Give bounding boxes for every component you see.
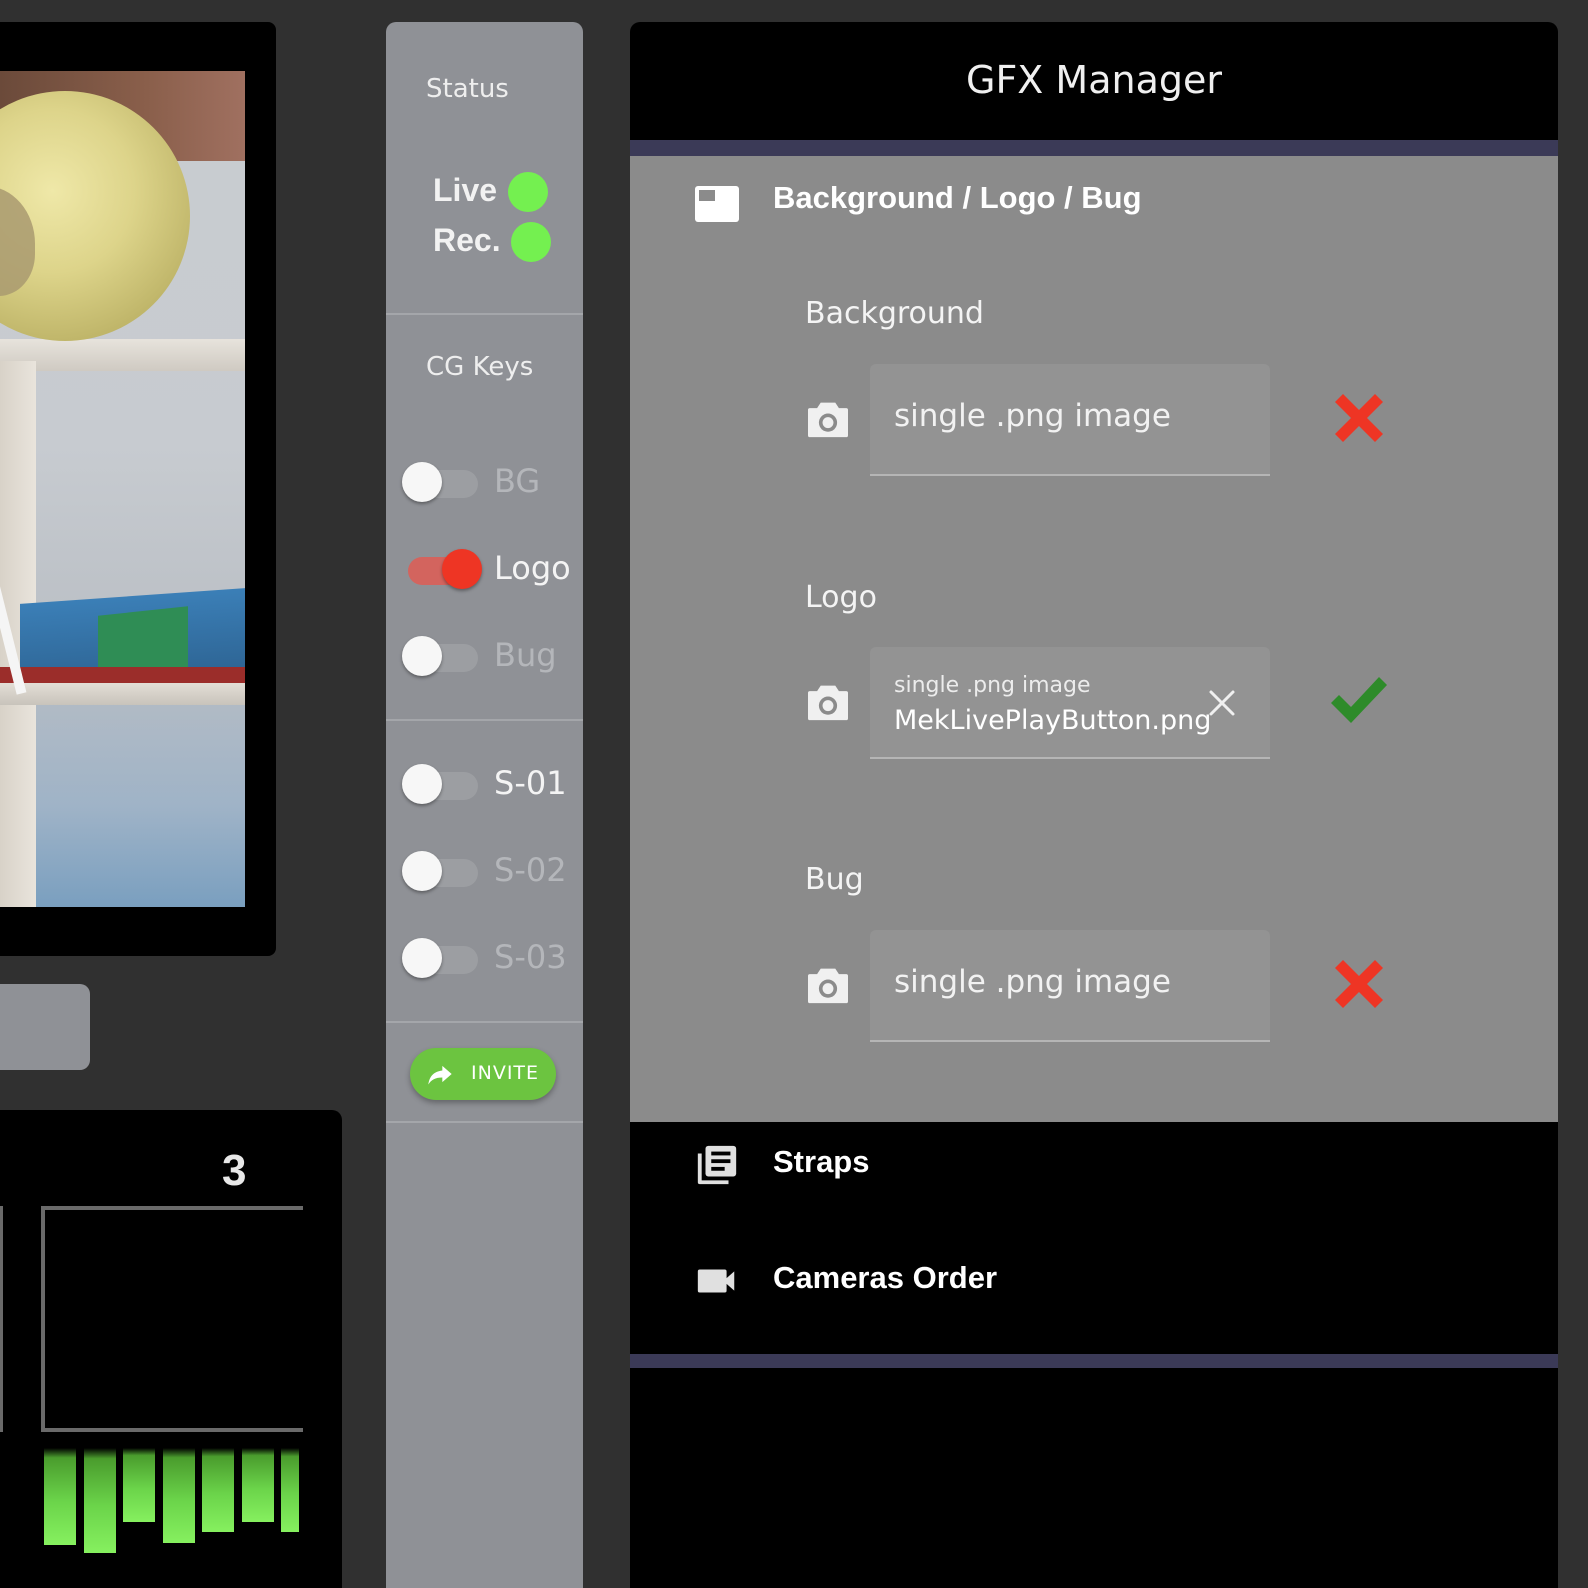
clear-icon[interactable] [1206,687,1238,719]
field-label-bug: Bug [805,862,864,897]
audio-meter-bar [241,1448,274,1522]
toggle-label-bug: Bug [494,636,557,674]
accent-stripe [630,1354,1558,1368]
audio-meter-bar [162,1448,195,1543]
toggle-s-02[interactable]: S-02 [402,849,583,899]
field-label-background: Background [805,296,984,331]
share-arrow-icon [428,1065,452,1085]
rec-status-led [511,222,551,262]
menu-item-cameras-order[interactable]: Cameras Order [630,1252,1558,1312]
bug-file-input[interactable]: single .png image [870,930,1270,1042]
missing-x-icon [1335,960,1383,1008]
file-input-placeholder: single .png image [894,964,1171,1000]
file-input-placeholder: single .png image [894,398,1171,434]
file-input-floating-label: single .png image [894,673,1091,698]
check-icon [1331,677,1387,723]
toggle-s-03[interactable]: S-03 [402,936,583,986]
audio-meter-bar [83,1448,116,1553]
camera-icon[interactable] [806,965,850,1005]
divider [386,719,583,721]
toggle-s-01[interactable]: S-01 [402,762,583,812]
toggle-knob[interactable] [442,549,482,589]
divider [386,313,583,315]
file-input-value: MekLivePlayButton.png [894,705,1212,736]
camera-icon[interactable] [806,399,850,439]
menu-item-straps[interactable]: Straps [630,1136,1558,1196]
camera-feed-image [0,71,245,907]
toggle-knob[interactable] [402,764,442,804]
status-column: Status Live Rec. CG Keys BG Logo Bug S-0… [386,22,583,1588]
accent-stripe [630,140,1558,156]
toggle-label-s-03: S-03 [494,938,567,976]
toggle-knob[interactable] [402,636,442,676]
audio-meter-bar [44,1448,76,1545]
menu-label-straps: Straps [773,1144,870,1179]
cg-keys-heading: CG Keys [426,352,534,382]
gfx-manager-panel: GFX Manager Background / Logo / Bug Back… [630,22,1558,1588]
divider [386,1121,583,1123]
toggle-logo[interactable]: Logo [402,547,583,597]
camera-tile-frame[interactable] [41,1206,303,1432]
live-indicator-label: Live [433,172,498,208]
rec-indicator-label: Rec. [433,222,501,258]
missing-x-icon [1335,394,1383,442]
toggle-label-bg: BG [494,462,541,500]
toggle-bug[interactable]: Bug [402,634,583,684]
audio-meter-bar [123,1448,155,1522]
toggle-knob[interactable] [402,851,442,891]
toggle-knob[interactable] [402,462,442,502]
section-title[interactable]: Background / Logo / Bug [773,180,1142,216]
invite-button[interactable]: INVITE [410,1048,556,1100]
window-icon [695,186,739,222]
live-status-led [508,172,548,212]
app-root: 3 Status Live Rec. CG Keys BG Logo Bug S… [0,0,1588,1588]
video-preview [0,22,276,956]
toggle-label-logo: Logo [494,549,571,587]
camera-icon[interactable] [806,682,850,722]
toggle-knob[interactable] [402,938,442,978]
preview-control-bar[interactable] [0,984,90,1070]
audio-meter-bar [281,1448,299,1532]
field-label-logo: Logo [805,580,877,615]
camera-tile-left-edge [0,1206,3,1432]
background-logo-bug-section: Background / Logo / Bug Background singl… [630,156,1558,1122]
panel-title: GFX Manager [966,58,1222,102]
audio-meter-bar [202,1448,234,1532]
background-file-input[interactable]: single .png image [870,364,1270,476]
divider [386,1021,583,1023]
status-heading: Status [426,74,509,104]
toggle-bg[interactable]: BG [402,460,583,510]
videocam-icon [697,1269,735,1293]
article-list-icon [697,1145,737,1185]
invite-label: INVITE [471,1062,540,1084]
toggle-label-s-01: S-01 [494,764,567,802]
logo-file-input[interactable]: single .png image MekLivePlayButton.png [870,647,1270,759]
menu-label-cameras-order: Cameras Order [773,1260,998,1295]
toggle-label-s-02: S-02 [494,851,567,889]
camera-number: 3 [222,1146,247,1195]
